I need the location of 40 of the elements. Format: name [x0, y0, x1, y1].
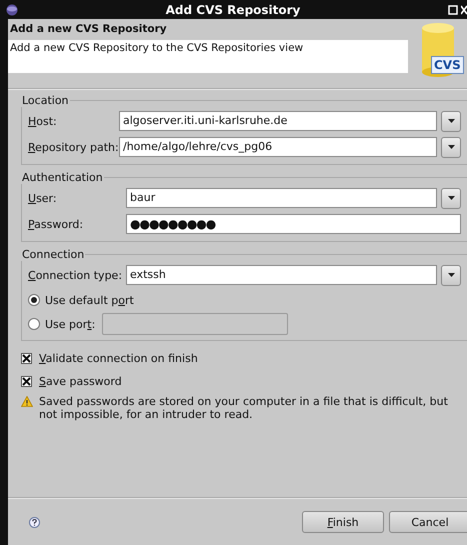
field-label: Password: — [28, 218, 84, 230]
page-description: Add a new CVS Repository to the CVS Repositories view — [8, 40, 408, 73]
page-title: Add a new CVS Repository — [9, 23, 168, 37]
combo-field[interactable]: baur — [126, 188, 437, 208]
window-title: Add CVS Repository — [164, 2, 302, 16]
checkbox[interactable] — [21, 376, 32, 387]
caret-icon — [448, 145, 454, 149]
field-label: Repository path: — [28, 140, 116, 154]
dropdown-button[interactable] — [441, 264, 461, 286]
app-icon — [6, 4, 18, 16]
radio-label: Use port: — [45, 318, 96, 330]
field-label: Connection type: — [28, 268, 123, 282]
dropdown-button[interactable] — [441, 136, 461, 158]
radio-label: Use default port — [45, 294, 134, 306]
radio-button[interactable] — [28, 294, 40, 306]
caret-icon — [448, 273, 454, 277]
group-title: Location — [21, 94, 70, 107]
dropdown-button[interactable] — [441, 110, 461, 132]
caret-icon — [448, 196, 454, 200]
group-title: Connection — [21, 248, 86, 261]
cancel-button[interactable]: Cancel — [389, 511, 467, 533]
help-icon[interactable] — [29, 516, 40, 528]
cvs-logo: CVS — [417, 19, 467, 88]
caret-icon — [448, 119, 454, 123]
checkbox-label: Save password — [39, 375, 122, 388]
checkbox[interactable] — [21, 353, 32, 364]
close-icon[interactable] — [461, 4, 467, 14]
finish-button[interactable]: Finish — [302, 511, 384, 533]
warning-message: Saved passwords are stored on your computer in a file that is difficult, but not impossible, for an intruder to read. — [39, 395, 449, 421]
dropdown-button[interactable] — [441, 188, 461, 208]
field-label: User: — [28, 192, 58, 204]
maximize-icon[interactable] — [448, 4, 458, 14]
group-title: Authentication — [21, 171, 104, 184]
combo-field[interactable]: /home/algo/lehre/cvs_pg06 — [119, 137, 437, 157]
field-label: Host: — [28, 114, 58, 128]
combo-field[interactable]: algoserver.iti.uni-karlsruhe.de — [119, 111, 437, 131]
warning-icon — [21, 396, 33, 407]
password-field[interactable]: ●●●●●●●●● — [126, 214, 461, 234]
checkbox-label: Validate connection on finish — [39, 352, 198, 365]
combo-field[interactable]: extssh — [126, 265, 437, 285]
